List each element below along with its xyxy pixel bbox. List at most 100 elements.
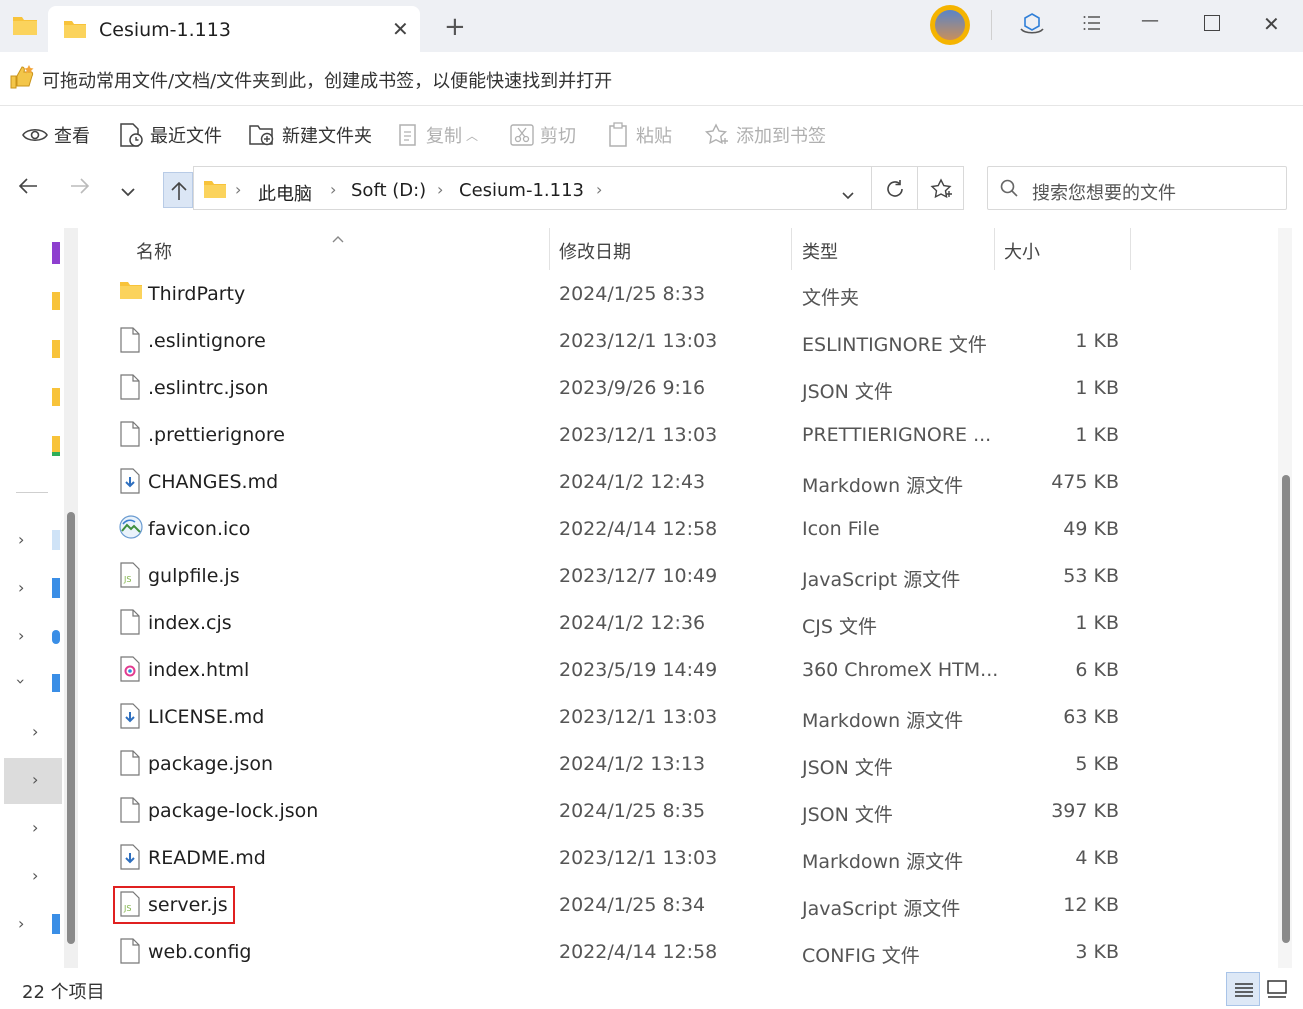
chevron-right-icon: › [437,180,444,199]
expand-chevron-icon[interactable]: › [18,578,24,597]
back-arrow-icon[interactable] [18,177,38,199]
breadcrumb-soft-d[interactable]: Soft (D:) [351,180,426,201]
file-date: 2024/1/2 12:43 [559,471,706,493]
markdown-icon [119,844,141,870]
details-view-button[interactable] [1226,972,1260,1006]
list-view-icon [1235,983,1253,997]
app-folder-icon[interactable] [12,14,38,36]
expand-chevron-icon[interactable]: › [18,530,24,549]
thumbnail-view-button[interactable] [1264,972,1294,1006]
file-row[interactable]: .eslintrc.json 2023/9/26 9:16 JSON 文件 1 KB [108,364,1258,411]
expand-chevron-icon[interactable]: › [18,626,24,645]
cut-button[interactable]: 剪切 [510,121,576,149]
sidebar-icon-folder[interactable] [52,340,60,358]
file-row[interactable]: package.json 2024/1/2 13:13 JSON 文件 5 KB [108,740,1258,787]
paste-button[interactable]: 粘贴 [608,121,672,149]
file-row[interactable]: CHANGES.md 2024/1/2 12:43 Markdown 源文件 475 … [108,458,1258,505]
file-row[interactable]: .prettierignore 2023/12/1 13:03 PRETTIERIG… [108,411,1258,458]
sidebar-scrollbar-thumb[interactable] [67,512,75,944]
file-row[interactable]: favicon.ico 2022/4/14 12:58 Icon File 49 KB [108,505,1258,552]
file-icon [119,609,141,635]
expand-chevron-icon[interactable]: › [32,866,38,885]
file-row[interactable]: README.md 2023/12/1 13:03 Markdown 源文件 4 KB [108,834,1258,881]
column-header-type[interactable]: 类型 [802,238,838,264]
sidebar-icon-network[interactable] [52,914,60,934]
refresh-icon[interactable] [884,178,906,204]
file-row[interactable]: JS server.js 2024/1/25 8:34 JavaScript 源文件 1… [108,881,1258,928]
address-bar[interactable]: › 此电脑 › Soft (D:) › Cesium-1.113 › [193,166,872,210]
svg-text:JS: JS [123,575,131,584]
file-row[interactable]: index.html 2023/5/19 14:49 360 ChromeX HTM… [108,646,1258,693]
sidebar-icon-cloud[interactable] [52,630,60,644]
sidebar-icon-folder-sync[interactable] [52,436,60,456]
bookmark-star-icon[interactable] [930,178,954,204]
column-header-name[interactable]: 名称 [136,238,172,264]
add-bookmark-button[interactable]: 添加到书签 [704,121,826,149]
sidebar-icon-app[interactable] [52,578,60,598]
view-button[interactable]: 查看 [22,121,90,149]
file-icon [119,750,141,776]
breadcrumb-cesium[interactable]: Cesium-1.113 [459,180,584,201]
menu-icon[interactable] [1083,15,1101,35]
expand-chevron-icon[interactable]: › [32,770,38,789]
minimize-button[interactable]: — [1141,10,1159,31]
scissors-icon [510,124,534,146]
chevron-up-icon: ︿ [466,128,479,143]
forward-arrow-icon[interactable] [70,177,90,199]
expand-chevron-icon[interactable]: › [32,818,38,837]
up-arrow-button[interactable] [163,172,193,208]
file-name: CHANGES.md [148,471,279,493]
file-row[interactable]: .eslintignore 2023/12/1 13:03 ESLINTIGNORE… [108,317,1258,364]
file-row[interactable]: LICENSE.md 2023/12/1 13:03 Markdown 源文件 63 … [108,693,1258,740]
search-input[interactable]: 搜索您想要的文件 [987,166,1287,210]
file-type: JSON 文件 [802,757,893,779]
chevron-right-icon: › [235,180,242,199]
file-row[interactable]: index.cjs 2024/1/2 12:36 CJS 文件 1 KB [108,599,1258,646]
sidebar-icon-doc[interactable] [52,530,60,550]
file-row[interactable]: ThirdParty 2024/1/25 8:33 文件夹 [108,270,1258,317]
collapse-chevron-icon[interactable]: › [12,678,31,684]
copy-button[interactable]: 复制 ︿ [398,121,478,149]
view-label: 查看 [54,126,90,147]
file-list-scrollbar-thumb[interactable] [1282,475,1290,943]
address-actions [872,166,964,210]
tab-cesium[interactable]: Cesium-1.113 ✕ [48,6,420,52]
recent-file-icon [120,123,143,147]
file-icon [119,327,141,353]
copy-icon [399,124,416,146]
tab-close-button[interactable]: ✕ [392,17,409,41]
expand-chevron-icon[interactable]: › [18,914,24,933]
expand-chevron-icon[interactable]: › [32,722,38,741]
file-size: 1 KB [1075,424,1119,446]
breadcrumb-this-pc[interactable]: 此电脑 [258,180,312,206]
new-folder-button[interactable]: 新建文件夹 [248,121,372,149]
file-name: package-lock.json [148,800,319,822]
new-tab-button[interactable]: + [444,12,466,42]
file-type: Markdown 源文件 [802,851,964,873]
avatar[interactable] [930,5,970,45]
file-size: 63 KB [1063,706,1119,728]
file-date: 2023/12/1 13:03 [559,330,718,352]
file-name: .eslintignore [148,330,266,352]
js-icon: JS [119,562,141,588]
maximize-button[interactable] [1204,15,1220,31]
history-dropdown-icon[interactable] [121,182,135,201]
column-header-date[interactable]: 修改日期 [559,238,631,264]
file-date: 2024/1/25 8:34 [559,894,706,916]
file-row[interactable]: JS gulpfile.js 2023/12/7 10:49 JavaScript 源… [108,552,1258,599]
sidebar-icon-video[interactable] [52,242,60,264]
file-size: 53 KB [1063,565,1119,587]
address-dropdown-icon[interactable] [842,185,854,204]
file-type: JSON 文件 [802,804,893,826]
sidebar-icon-pc[interactable] [52,674,60,692]
sidebar-icon-folder[interactable] [52,292,60,310]
sidebar-icon-folder[interactable] [52,388,60,406]
close-button[interactable]: ✕ [1263,12,1280,36]
highlight-box [113,886,235,924]
recent-files-button[interactable]: 最近文件 [118,121,222,149]
cube-icon[interactable] [1018,12,1046,42]
column-header-size[interactable]: 大小 [1004,238,1040,264]
folder-icon [63,19,87,43]
file-row[interactable]: package-lock.json 2024/1/25 8:35 JSON 文件 39… [108,787,1258,834]
file-icon [119,374,141,400]
